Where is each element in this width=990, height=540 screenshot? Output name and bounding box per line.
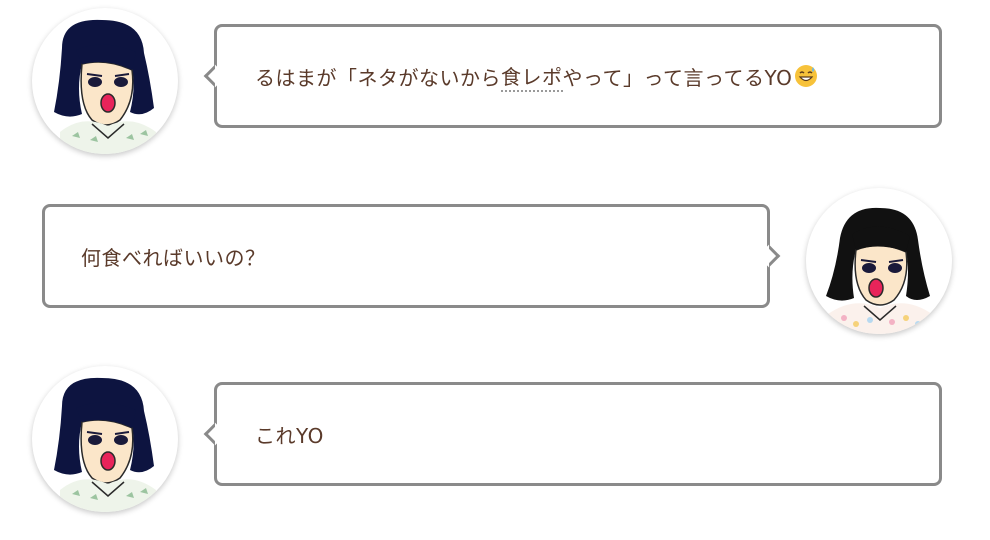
message-text: るはまが「ネタがないから 食レポ やって」って言ってるYO [255, 27, 818, 125]
short-hair-girl-icon [54, 377, 156, 512]
message-bubble: るはまが「ネタがないから 食レポ やって」って言ってるYO [203, 24, 942, 128]
message-text-part: やって」って言ってるYO [562, 65, 793, 90]
message-text-part: るはまが「ネタがないから [255, 65, 501, 90]
avatar-long-hair-girl [806, 188, 952, 334]
avatar-short-hair-girl [32, 366, 178, 512]
long-hair-girl-icon [826, 207, 932, 334]
bubble-tail [757, 244, 781, 268]
short-hair-girl-icon [54, 19, 156, 154]
grinning-sweat-emoji-icon [795, 65, 818, 87]
bubble-tail [203, 422, 227, 446]
message-text: これYO [255, 423, 324, 448]
bubble-tail [203, 64, 227, 88]
message-bubble: これYO [203, 382, 942, 486]
message-text-underlined: 食レポ [501, 61, 563, 92]
message-bubble: 何食べればいいの？ [42, 204, 781, 308]
message-text: 何食べればいいの？ [81, 245, 266, 270]
avatar-short-hair-girl [32, 8, 178, 154]
